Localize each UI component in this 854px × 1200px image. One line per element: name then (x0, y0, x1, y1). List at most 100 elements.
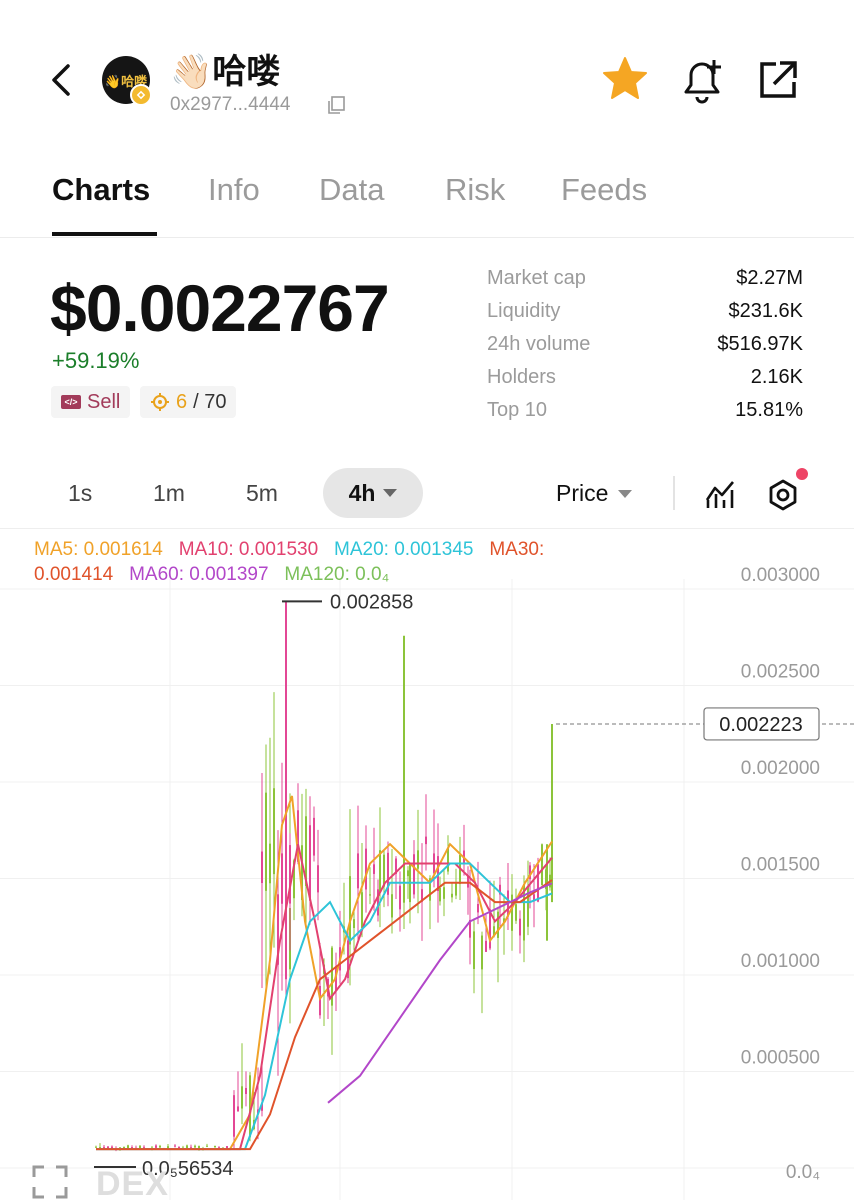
copy-icon[interactable] (326, 95, 346, 115)
stat-row: Top 10 15.81% (487, 394, 803, 427)
sell-label: Sell (87, 390, 121, 413)
y-axis-tick-label: 0.000500 (741, 1048, 820, 1069)
stat-label: 24h volume (487, 333, 591, 355)
stat-value: 2.16K (750, 366, 803, 388)
toolbar-divider (673, 476, 675, 510)
candle-body (186, 1145, 188, 1149)
stat-value: $2.27M (736, 267, 803, 289)
tab-charts[interactable]: Charts (52, 172, 150, 208)
stat-label: Holders (487, 366, 556, 388)
stat-row: Liquidity $231.6K (487, 295, 803, 328)
timeframe-4h-dropdown[interactable]: 4h (323, 468, 423, 518)
stat-label: Liquidity (487, 300, 561, 322)
chart-settings-icon[interactable] (766, 478, 800, 512)
favorite-star-icon[interactable] (600, 54, 650, 104)
candle-body (237, 1106, 239, 1112)
price-chart[interactable]: 0.003000 0.002500 0.002000 0.001500 0.001000… (0, 528, 854, 1200)
candle-body (131, 1147, 133, 1149)
candle-body (455, 883, 457, 896)
candle-body (519, 918, 521, 936)
price-mode-label: Price (556, 480, 609, 506)
indicators-icon[interactable] (704, 478, 736, 510)
y-axis-tick-label: 0.001000 (741, 951, 820, 972)
timeframe-1m[interactable]: 1m (153, 480, 185, 507)
notification-dot (796, 468, 808, 480)
candle-body (353, 919, 355, 929)
chart-toolbar: 1s 1m 5m 4h Price (0, 466, 854, 522)
candle-body (95, 1146, 97, 1148)
candle-body (194, 1145, 196, 1148)
candle-body (273, 788, 275, 875)
section-tabs: Charts Info Data Risk Feeds (0, 158, 854, 238)
stat-value: $231.6K (728, 300, 803, 322)
candle-body (127, 1145, 129, 1149)
candle-body (443, 887, 445, 899)
tab-info[interactable]: Info (208, 172, 260, 208)
candle-body (373, 864, 375, 874)
candle-body (313, 817, 315, 856)
candle-body (174, 1145, 176, 1147)
candle-body (537, 864, 539, 902)
timeframe-5m[interactable]: 5m (246, 480, 278, 507)
ma30-legend-value: 0.001414 (34, 564, 114, 585)
candle-body (159, 1145, 161, 1148)
candle-body (477, 904, 479, 913)
stat-row: Market cap $2.27M (487, 262, 803, 295)
candle-body (103, 1146, 105, 1148)
tab-risk[interactable]: Risk (445, 172, 505, 208)
candle-body (379, 850, 381, 893)
candle-body (99, 1147, 101, 1149)
contract-address: 0x2977...4444 (170, 94, 291, 115)
candle-body (123, 1147, 125, 1149)
candle-body (481, 935, 483, 970)
stat-row: Holders 2.16K (487, 361, 803, 394)
stat-label: Top 10 (487, 399, 548, 421)
security-score-badge[interactable]: 6 / 70 (140, 386, 237, 418)
candle-body (369, 894, 371, 896)
ma30-legend: MA30: (489, 539, 545, 560)
y-axis-tick-label: 0.002500 (741, 662, 820, 683)
candlestick-chart-svg: 0.003000 0.002500 0.002000 0.001500 0.001000… (0, 565, 854, 1200)
current-price: $0.0022767 (50, 271, 390, 345)
dex-watermark: DEX (96, 1165, 169, 1200)
tab-feeds[interactable]: Feeds (561, 172, 647, 208)
chevron-down-icon (383, 489, 398, 497)
candle-body (407, 870, 409, 877)
candle-body (541, 844, 543, 886)
current-price-label: 0.002223 (719, 714, 802, 736)
ma20-legend: MA20: 0.001345 (334, 539, 474, 560)
candle-body (425, 836, 427, 845)
candle-body (167, 1146, 169, 1149)
timeframe-1s[interactable]: 1s (68, 480, 92, 507)
price-alert-bell-icon[interactable] (676, 54, 728, 106)
sell-tax-badge[interactable]: </> Sell (51, 386, 131, 418)
ma10-legend: MA10: 0.001530 (178, 539, 319, 560)
y-axis-tick-label: 0.001500 (741, 855, 820, 876)
candle-body (439, 887, 441, 902)
y-axis-tick-label: 0.003000 (741, 565, 820, 586)
tab-data[interactable]: Data (319, 172, 384, 208)
candle-body (206, 1145, 208, 1147)
candle-body (365, 848, 367, 890)
price-mode-dropdown[interactable]: Price (556, 480, 633, 507)
external-link-icon[interactable] (754, 56, 802, 104)
chevron-down-icon (618, 489, 633, 498)
candle-body (261, 851, 263, 884)
fullscreen-expand-icon[interactable] (30, 1163, 70, 1200)
token-stats: Market cap $2.27M Liquidity $231.6K 24h vo… (487, 262, 803, 427)
candle-body (527, 885, 529, 927)
price-change: +59.19% (52, 348, 140, 373)
moving-average-legend: MA5: 0.001614 MA10: 0.001530 MA20: 0.001… (34, 537, 654, 587)
back-arrow-icon[interactable] (44, 60, 78, 100)
candle-body (143, 1146, 145, 1148)
candle-body (357, 853, 359, 889)
candle-body (317, 865, 319, 893)
y-axis-tick-label: 0.002000 (741, 758, 820, 779)
stat-label: Market cap (487, 267, 586, 289)
candle-body (485, 940, 487, 952)
candle-body (417, 850, 419, 869)
high-price-label: 0.002858 (330, 591, 413, 613)
score-total: / 70 (193, 390, 227, 413)
candle-body (139, 1145, 141, 1149)
y-axis-tick-label: 0.0₄ (786, 1162, 820, 1183)
